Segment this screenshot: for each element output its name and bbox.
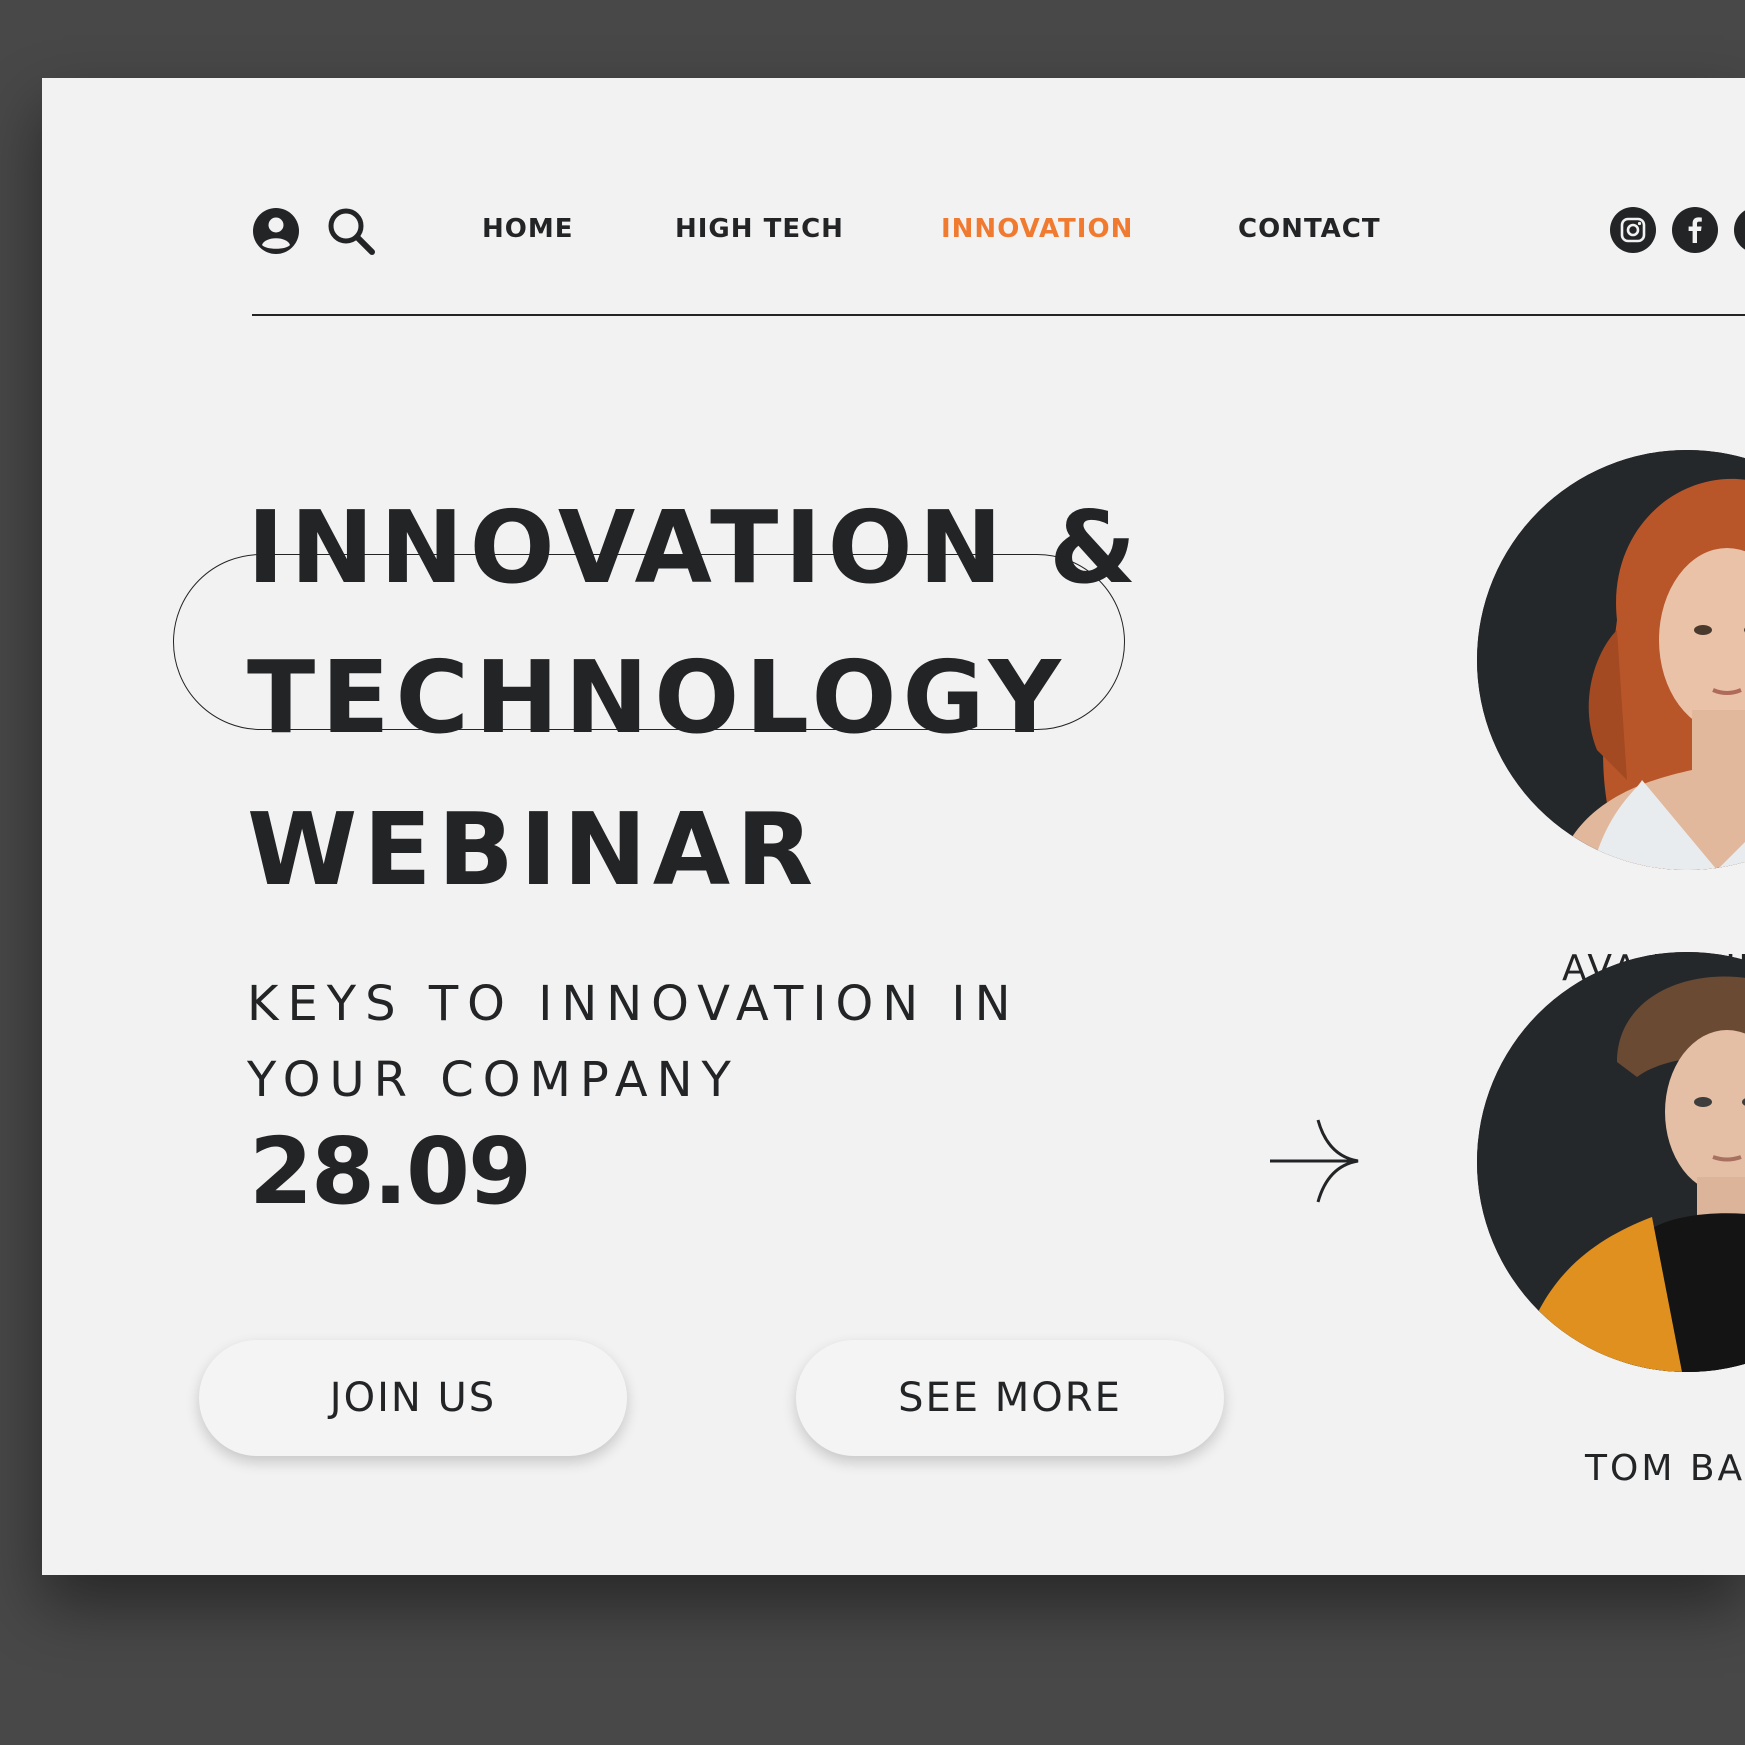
nav-link-high-tech[interactable]: HIGH TECH [675, 214, 844, 244]
join-us-button[interactable]: JOIN US [199, 1340, 627, 1456]
see-more-button[interactable]: SEE MORE [796, 1340, 1224, 1456]
nav-link-innovation[interactable]: INNOVATION [941, 214, 1133, 244]
hero-title-line-2: TECHNOLOGY [247, 639, 1067, 756]
subtitle-line-2: YOUR COMPANY [247, 1052, 740, 1108]
speaker-name-tom: TOM BAK [1585, 1448, 1745, 1489]
instagram-icon[interactable] [1610, 207, 1656, 253]
subtitle-line-1: KEYS TO INNOVATION IN [247, 976, 1020, 1032]
event-date: 28.09 [249, 1118, 532, 1225]
nav-link-contact[interactable]: CONTACT [1238, 214, 1381, 244]
arrow-right-icon[interactable] [1268, 1118, 1362, 1204]
social-icon[interactable] [1734, 207, 1745, 253]
webinar-page: HOME HIGH TECH INNOVATION CONTACT INNOVA… [42, 78, 1745, 1575]
search-icon[interactable] [324, 204, 378, 258]
nav-link-home[interactable]: HOME [482, 214, 574, 244]
user-icon[interactable] [252, 207, 300, 255]
nav-divider [252, 314, 1745, 316]
hero-title-line-3: WEBINAR [247, 791, 820, 908]
facebook-icon[interactable] [1672, 207, 1718, 253]
speaker-photo-tom [1477, 952, 1745, 1372]
speaker-photo-ava [1477, 450, 1745, 870]
